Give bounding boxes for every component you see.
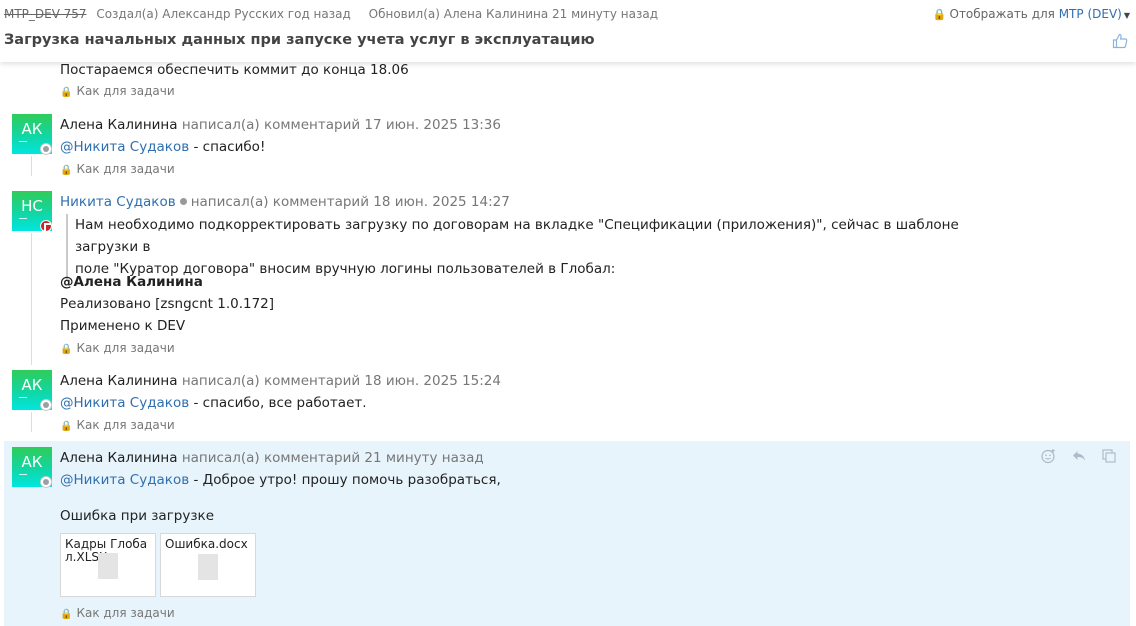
comment-action: написал(а) комментарий 21 минуту назад [181, 450, 484, 466]
thread-line [31, 412, 32, 432]
lock-icon: 🔒 [60, 87, 73, 98]
quote-line: поле "Куратор договора" вносим вручную л… [75, 261, 616, 277]
presence-dot [179, 198, 187, 205]
attachment-tile[interactable]: Кадры Глобал.XLSX [60, 533, 156, 597]
status-badge [40, 220, 52, 233]
add-reaction-icon[interactable] [1040, 448, 1056, 464]
comment-body: @Никита Судаков - спасибо, все работает. [60, 395, 367, 411]
mention-link[interactable]: @Никита Судаков [60, 395, 189, 411]
status-badge [40, 476, 52, 488]
lock-icon: 🔒 [60, 609, 73, 620]
comment-header: Алена Калинина написал(а) комментарий 18… [60, 373, 501, 389]
visibility-value[interactable]: MTP (DEV) [1059, 7, 1122, 21]
status-badge [40, 399, 52, 411]
thumbs-up-icon[interactable] [1112, 33, 1128, 49]
lock-icon: 🔒 [60, 421, 73, 432]
thread-line [31, 156, 32, 176]
copy-link-icon[interactable] [1101, 448, 1117, 464]
restriction-note[interactable]: 🔒 Как для задачи [60, 162, 175, 176]
visibility-label: Отображать для [949, 7, 1055, 21]
comment-action: написал(а) комментарий 18 июн. 2025 15:2… [181, 373, 501, 389]
visibility-selector[interactable]: 🔒 Отображать для MTP (DEV) ▼ [933, 7, 1130, 21]
updated-info: Обновил(а) Алена Калинина 21 минуту наза… [368, 7, 659, 21]
quote-block: Нам необходимо подкорректировать загрузк… [66, 214, 1026, 280]
issue-header: MTP_DEV-757 Создал(а) Александр Русских … [0, 0, 1136, 62]
file-thumbnail [98, 553, 118, 579]
thread-line [31, 233, 32, 365]
author-name[interactable]: Алена Калинина [60, 373, 178, 389]
restriction-note[interactable]: 🔒 Как для задачи [60, 418, 175, 432]
comment-header: Алена Калинина написал(а) комментарий 17… [60, 117, 501, 133]
status-badge [40, 143, 52, 155]
comment-line: Применено к DEV [60, 318, 186, 334]
quote-line: Нам необходимо подкорректировать загрузк… [75, 217, 959, 255]
mention-bold: @Алена Калинина [60, 274, 203, 290]
attachment-name: Ошибка.docx [165, 537, 248, 551]
issue-title: Загрузка начальных данных при запуске уч… [4, 32, 595, 48]
author-name[interactable]: Алена Калинина [60, 117, 178, 133]
issue-meta: MTP_DEV-757 Создал(а) Александр Русских … [4, 7, 658, 21]
created-info: Создал(а) Александр Русских год назад [96, 7, 351, 21]
comment-line: Реализовано [zsngcnt 1.0.172] [60, 296, 275, 312]
author-name[interactable]: Никита Судаков [60, 194, 176, 210]
comment-header: Никита Судаков написал(а) комментарий 18 … [60, 194, 510, 210]
comment-header: Алена Калинина написал(а) комментарий 21… [60, 450, 484, 466]
caret-down-icon[interactable]: ▼ [1124, 11, 1130, 20]
file-thumbnail [198, 554, 218, 580]
comment-action: написал(а) комментарий 17 июн. 2025 13:3… [181, 117, 501, 133]
comment-body: Постараемся обеспечить коммит до конца 1… [60, 62, 409, 78]
attachment-tile[interactable]: Ошибка.docx [160, 533, 256, 597]
lock-icon: 🔒 [60, 165, 73, 176]
lock-icon: 🔒 [932, 8, 947, 21]
comment-body: @Никита Судаков - Доброе утро! прошу пом… [60, 472, 501, 488]
author-name[interactable]: Алена Калинина [60, 450, 178, 466]
issue-key-link[interactable]: MTP_DEV-757 [4, 7, 86, 21]
restriction-note[interactable]: 🔒 Как для задачи [60, 341, 175, 355]
mention-link[interactable]: @Никита Судаков [60, 139, 189, 155]
reply-icon[interactable] [1071, 448, 1087, 464]
comment-action: написал(а) комментарий 18 июн. 2025 14:2… [190, 194, 510, 210]
comment-body: @Никита Судаков - спасибо! [60, 139, 266, 155]
comment-line: Ошибка при загрузке [60, 508, 214, 524]
lock-icon: 🔒 [60, 344, 73, 355]
restriction-note[interactable]: 🔒 Как для задачи [60, 84, 175, 98]
restriction-note[interactable]: 🔒 Как для задачи [60, 606, 175, 620]
mention-link[interactable]: @Никита Судаков [60, 472, 189, 488]
comments-feed: Постараемся обеспечить коммит до конца 1… [0, 62, 1136, 626]
